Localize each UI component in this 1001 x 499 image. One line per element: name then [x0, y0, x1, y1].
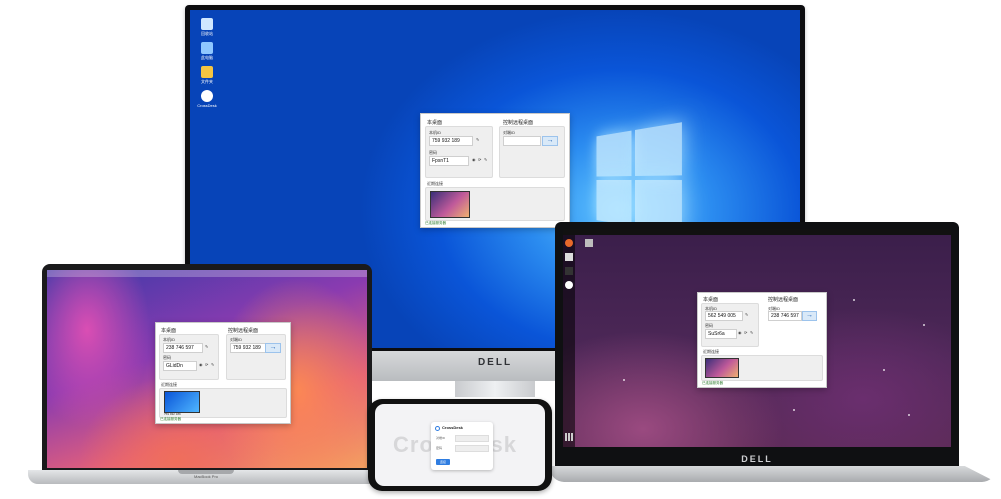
local-panel: 本机ID 562 549 005 ✎ 密码 SuSr6a ◉ ⟳ ✎ — [701, 303, 759, 347]
edit-icon[interactable]: ✎ — [211, 362, 214, 367]
local-desktop-title: 本桌面 — [427, 120, 443, 126]
apps-grid-icon[interactable] — [565, 433, 573, 441]
password-field[interactable]: SuSr6a — [705, 329, 737, 339]
recent-connection-thumbnail[interactable] — [705, 358, 739, 378]
password-field[interactable]: FpsnT1 — [429, 156, 469, 166]
connect-button[interactable]: → — [802, 311, 817, 321]
smartphone: CrossDesk CrossDesk 对端ID 密码 连接 — [368, 399, 552, 491]
remote-id-label: 对端ID — [436, 436, 446, 440]
remote-desktop-title: 控制远程桌面 — [768, 297, 799, 303]
ubuntu-desktop: 本桌面 控制远程桌面 本机ID 562 549 005 ✎ 密码 SuSr6a … — [563, 229, 951, 447]
phone-screen: CrossDesk CrossDesk 对端ID 密码 连接 — [375, 404, 545, 486]
ubuntu-topbar — [563, 229, 951, 235]
local-id-field[interactable]: 759 932 189 — [429, 136, 473, 146]
remote-id-input[interactable] — [503, 136, 541, 146]
recent-connection-thumbnail[interactable] — [164, 391, 200, 413]
macos-menubar — [47, 270, 367, 277]
eye-icon[interactable]: ◉ — [738, 330, 742, 335]
recent-connections-panel: 759 932 189 — [159, 388, 287, 418]
local-desktop-title: 本桌面 — [161, 328, 177, 334]
connect-button[interactable]: → — [542, 136, 558, 146]
connection-status: 已连接服务器 — [160, 417, 181, 421]
folder-icon — [201, 66, 213, 78]
copy-icon[interactable]: ✎ — [745, 312, 748, 317]
remote-panel: 对端ID 759 932 189 → — [226, 334, 286, 380]
edit-icon[interactable]: ✎ — [750, 330, 753, 335]
eye-icon[interactable]: ◉ — [472, 157, 476, 162]
laptop-base — [550, 466, 996, 482]
refresh-icon[interactable]: ⟳ — [478, 157, 481, 162]
files-icon[interactable] — [565, 253, 573, 261]
macbook-label: MacBook Pro — [193, 474, 218, 479]
desktop-icon-crossdesk[interactable]: CrossDesk — [197, 90, 217, 108]
crossdesk-window: 本桌面 控制远程桌面 本机ID 759 932 189 ✎ 密码 FpsnT1 … — [420, 113, 570, 228]
macbook-lid: 本桌面 控制远程桌面 本机ID 238 746 597 ✎ 密码 GLidDn … — [42, 264, 372, 470]
password-input[interactable] — [455, 445, 489, 452]
desktop-icon-folder[interactable]: 文件夹 — [198, 66, 216, 85]
remote-id-input[interactable]: 238 746 597 — [768, 311, 802, 321]
macbook: 本桌面 控制远程桌面 本机ID 238 746 597 ✎ 密码 GLidDn … — [28, 264, 384, 490]
recent-connections-panel — [701, 355, 823, 381]
remote-desktop-title: 控制远程桌面 — [228, 328, 259, 334]
edit-icon[interactable]: ✎ — [484, 157, 487, 162]
refresh-icon[interactable]: ⟳ — [205, 362, 208, 367]
connect-button[interactable]: → — [265, 343, 281, 353]
app-title: CrossDesk — [442, 425, 463, 430]
local-desktop-title: 本桌面 — [703, 297, 719, 303]
connection-status: 已连接服务器 — [425, 221, 446, 225]
dell-logo: DELL — [741, 454, 773, 464]
laptop-lid: 本桌面 控制远程桌面 本机ID 562 549 005 ✎ 密码 SuSr6a … — [555, 222, 959, 466]
crossdesk-icon — [201, 90, 213, 102]
crossdesk-login-card: CrossDesk 对端ID 密码 连接 — [431, 422, 493, 470]
copy-icon[interactable]: ✎ — [205, 344, 208, 349]
crossdesk-window: 本桌面 控制远程桌面 本机ID 238 746 597 ✎ 密码 GLidDn … — [155, 322, 291, 424]
crossdesk-icon[interactable] — [565, 281, 573, 289]
crossdesk-icon — [435, 426, 440, 431]
eye-icon[interactable]: ◉ — [199, 362, 203, 367]
ubuntu-dock — [563, 235, 575, 447]
recycle-bin-icon — [201, 18, 213, 30]
crossdesk-window: 本桌面 控制远程桌面 本机ID 562 549 005 ✎ 密码 SuSr6a … — [697, 292, 827, 388]
monitor-stand — [455, 381, 535, 397]
password-field[interactable]: GLidDn — [163, 361, 197, 371]
refresh-icon[interactable]: ⟳ — [744, 330, 747, 335]
remote-panel: 对端ID → — [499, 126, 565, 178]
terminal-icon[interactable] — [565, 267, 573, 275]
home-folder-icon[interactable] — [585, 239, 593, 247]
local-id-field[interactable]: 562 549 005 — [705, 311, 743, 321]
remote-panel: 对端ID 238 746 597 → — [764, 303, 822, 347]
local-panel: 本机ID 238 746 597 ✎ 密码 GLidDn ◉ ⟳ ✎ — [159, 334, 219, 380]
computer-icon — [201, 42, 213, 54]
remote-id-input[interactable] — [455, 435, 489, 442]
local-panel: 本机ID 759 932 189 ✎ 密码 FpsnT1 ◉ ⟳ ✎ — [425, 126, 493, 178]
connection-status: 已连接服务器 — [702, 381, 723, 385]
desktop-icon-computer[interactable]: 此电脑 — [198, 42, 216, 61]
copy-icon[interactable]: ✎ — [476, 137, 479, 142]
local-id-field[interactable]: 238 746 597 — [163, 343, 203, 353]
remote-desktop-title: 控制远程桌面 — [503, 120, 534, 126]
desktop-icon-recycle-bin[interactable]: 回收站 — [198, 18, 216, 37]
recent-connection-thumbnail[interactable] — [430, 191, 470, 218]
macos-desktop: 本桌面 控制远程桌面 本机ID 238 746 597 ✎ 密码 GLidDn … — [47, 270, 367, 468]
password-label: 密码 — [436, 446, 443, 450]
remote-id-input[interactable]: 759 932 189 — [230, 343, 266, 353]
dell-laptop: 本桌面 控制远程桌面 本机ID 562 549 005 ✎ 密码 SuSr6a … — [550, 222, 996, 490]
recent-connections-panel — [425, 187, 565, 221]
recent-connection-id: 759 932 189 — [164, 412, 181, 416]
firefox-icon[interactable] — [565, 239, 573, 247]
connect-button[interactable]: 连接 — [436, 459, 450, 465]
